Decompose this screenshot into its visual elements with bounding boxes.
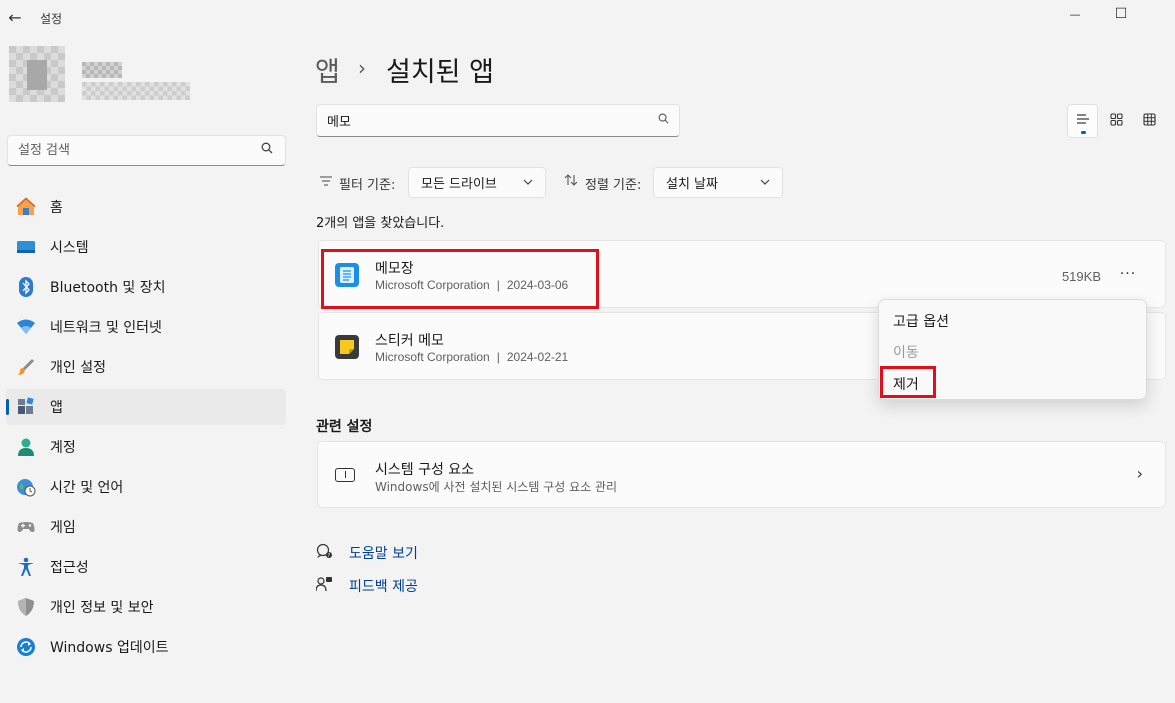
breadcrumb-parent[interactable]: 앱 [315,50,340,89]
related-card-title: 시스템 구성 요소 [375,462,475,478]
sidebar-item-label: 게임 [50,520,76,536]
wifi-icon [16,317,36,337]
shield-icon [16,597,36,617]
home-icon [16,197,36,217]
app-publisher: Microsoft Corporation [375,350,490,364]
accessibility-icon [16,557,36,577]
sidebar-item-accessibility[interactable]: 접근성 [6,549,286,585]
app-install-date: 2024-02-21 [506,350,569,364]
sidebar-item-label: Windows 업데이트 [50,640,169,656]
get-help-link[interactable]: ? 도움말 보기 [316,543,418,563]
system-icon [16,237,36,257]
back-arrow-icon: ← [8,7,22,27]
brush-icon [16,357,36,377]
highlight-box-uninstall [880,366,936,398]
maximize-icon: ☐ [1114,6,1128,22]
bluetooth-icon [16,277,36,297]
app-search[interactable] [316,104,680,137]
sidebar-item-accounts[interactable]: 계정 [6,429,286,465]
help-icon: ? [316,543,334,563]
sort-value: 설치 날짜 [666,177,718,192]
sidebar-item-label: 홈 [50,200,63,216]
give-feedback-text: 피드백 제공 [349,579,418,595]
back-button[interactable]: ← [0,4,30,30]
window-title: 설정 [40,12,63,26]
menu-item-advanced-options[interactable]: 고급 옵션 [893,311,949,331]
sidebar-item-label: 계정 [50,440,76,456]
chevron-down-icon [523,177,533,188]
selection-indicator [6,399,9,415]
related-card-subtitle: Windows에 사전 설치된 시스템 구성 요소 관리 [375,480,618,494]
svg-text:?: ? [328,553,331,559]
sort-dropdown[interactable]: 설치 날짜 [653,167,783,198]
minimize-icon: — [1069,7,1081,21]
sidebar-item-gaming[interactable]: 게임 [6,509,286,545]
related-settings-heading: 관련 설정 [316,419,373,435]
sidebar-item-home[interactable]: 홈 [6,189,286,225]
sidebar-item-label: 앱 [50,400,63,416]
system-components-icon [335,468,355,482]
app-search-input[interactable] [317,105,637,135]
filter-value: 모든 드라이브 [421,177,497,192]
profile-email-redacted [82,82,190,100]
sidebar-item-bluetooth[interactable]: Bluetooth 및 장치 [6,269,286,305]
list-view-icon [1076,113,1090,129]
sidebar-item-label: 개인 설정 [50,360,106,376]
table-view-icon [1143,112,1156,130]
sidebar-item-windows-update[interactable]: Windows 업데이트 [6,629,286,665]
chevron-down-icon [760,177,770,188]
sidebar-item-personalization[interactable]: 개인 설정 [6,349,286,385]
maximize-button[interactable]: ☐ [1098,0,1144,28]
settings-search-input[interactable] [8,136,248,164]
sidebar-item-label: 네트워크 및 인터넷 [50,320,162,336]
sidebar-item-label: 시스템 [50,240,89,256]
sort-icon [564,174,578,189]
give-feedback-link[interactable]: 피드백 제공 [315,576,418,596]
search-icon [261,142,273,158]
minimize-button[interactable]: — [1052,0,1098,28]
app-meta: Microsoft Corporation | 2024-02-21 [375,350,568,364]
more-options-button[interactable]: ··· [1113,261,1143,287]
feedback-icon [315,576,334,596]
filter-label: 필터 기준: [339,178,396,193]
search-icon [658,113,669,127]
page-title: 설치된 앱 [386,57,494,88]
sidebar-item-label: Bluetooth 및 장치 [50,280,166,296]
meta-separator: | [496,350,500,364]
globe-icon [16,477,36,497]
system-components-card[interactable]: 시스템 구성 요소 Windows에 사전 설치된 시스템 구성 요소 관리 › [317,441,1166,508]
sticky-notes-icon [335,335,359,359]
sidebar-item-apps[interactable]: 앱 [6,389,286,425]
gamepad-icon [16,517,36,537]
update-icon [16,637,36,657]
sidebar-item-label: 접근성 [50,560,89,576]
highlight-box-notepad [321,249,599,309]
breadcrumb-separator-icon: › [358,56,366,80]
view-toggle-group [1067,104,1165,138]
list-view-button[interactable] [1067,104,1099,138]
sidebar-item-time-language[interactable]: 시간 및 언어 [6,469,286,505]
sidebar-item-privacy[interactable]: 개인 정보 및 보안 [6,589,286,625]
app-name: 스티커 메모 [375,333,444,349]
settings-search[interactable] [7,135,286,166]
chevron-right-icon: › [1136,464,1143,483]
get-help-text: 도움말 보기 [349,546,418,562]
profile-name-redacted [82,62,122,78]
sidebar-item-system[interactable]: 시스템 [6,229,286,265]
sidebar-item-label: 시간 및 언어 [50,480,124,496]
sort-label: 정렬 기준: [585,178,642,193]
filter-dropdown[interactable]: 모든 드라이브 [408,167,546,198]
sidebar-item-network[interactable]: 네트워크 및 인터넷 [6,309,286,345]
account-icon [16,437,36,457]
menu-item-move: 이동 [893,345,919,361]
apps-icon [16,397,36,417]
app-size: 519KB [1061,269,1101,284]
filter-icon [320,175,332,189]
results-count: 2개의 앱을 찾았습니다. [316,216,445,231]
grid-view-button[interactable] [1100,104,1131,138]
sidebar-item-label: 개인 정보 및 보안 [50,600,154,616]
grid-view-icon [1109,112,1123,130]
tile-view-button[interactable] [1134,104,1165,138]
avatar [9,46,65,102]
